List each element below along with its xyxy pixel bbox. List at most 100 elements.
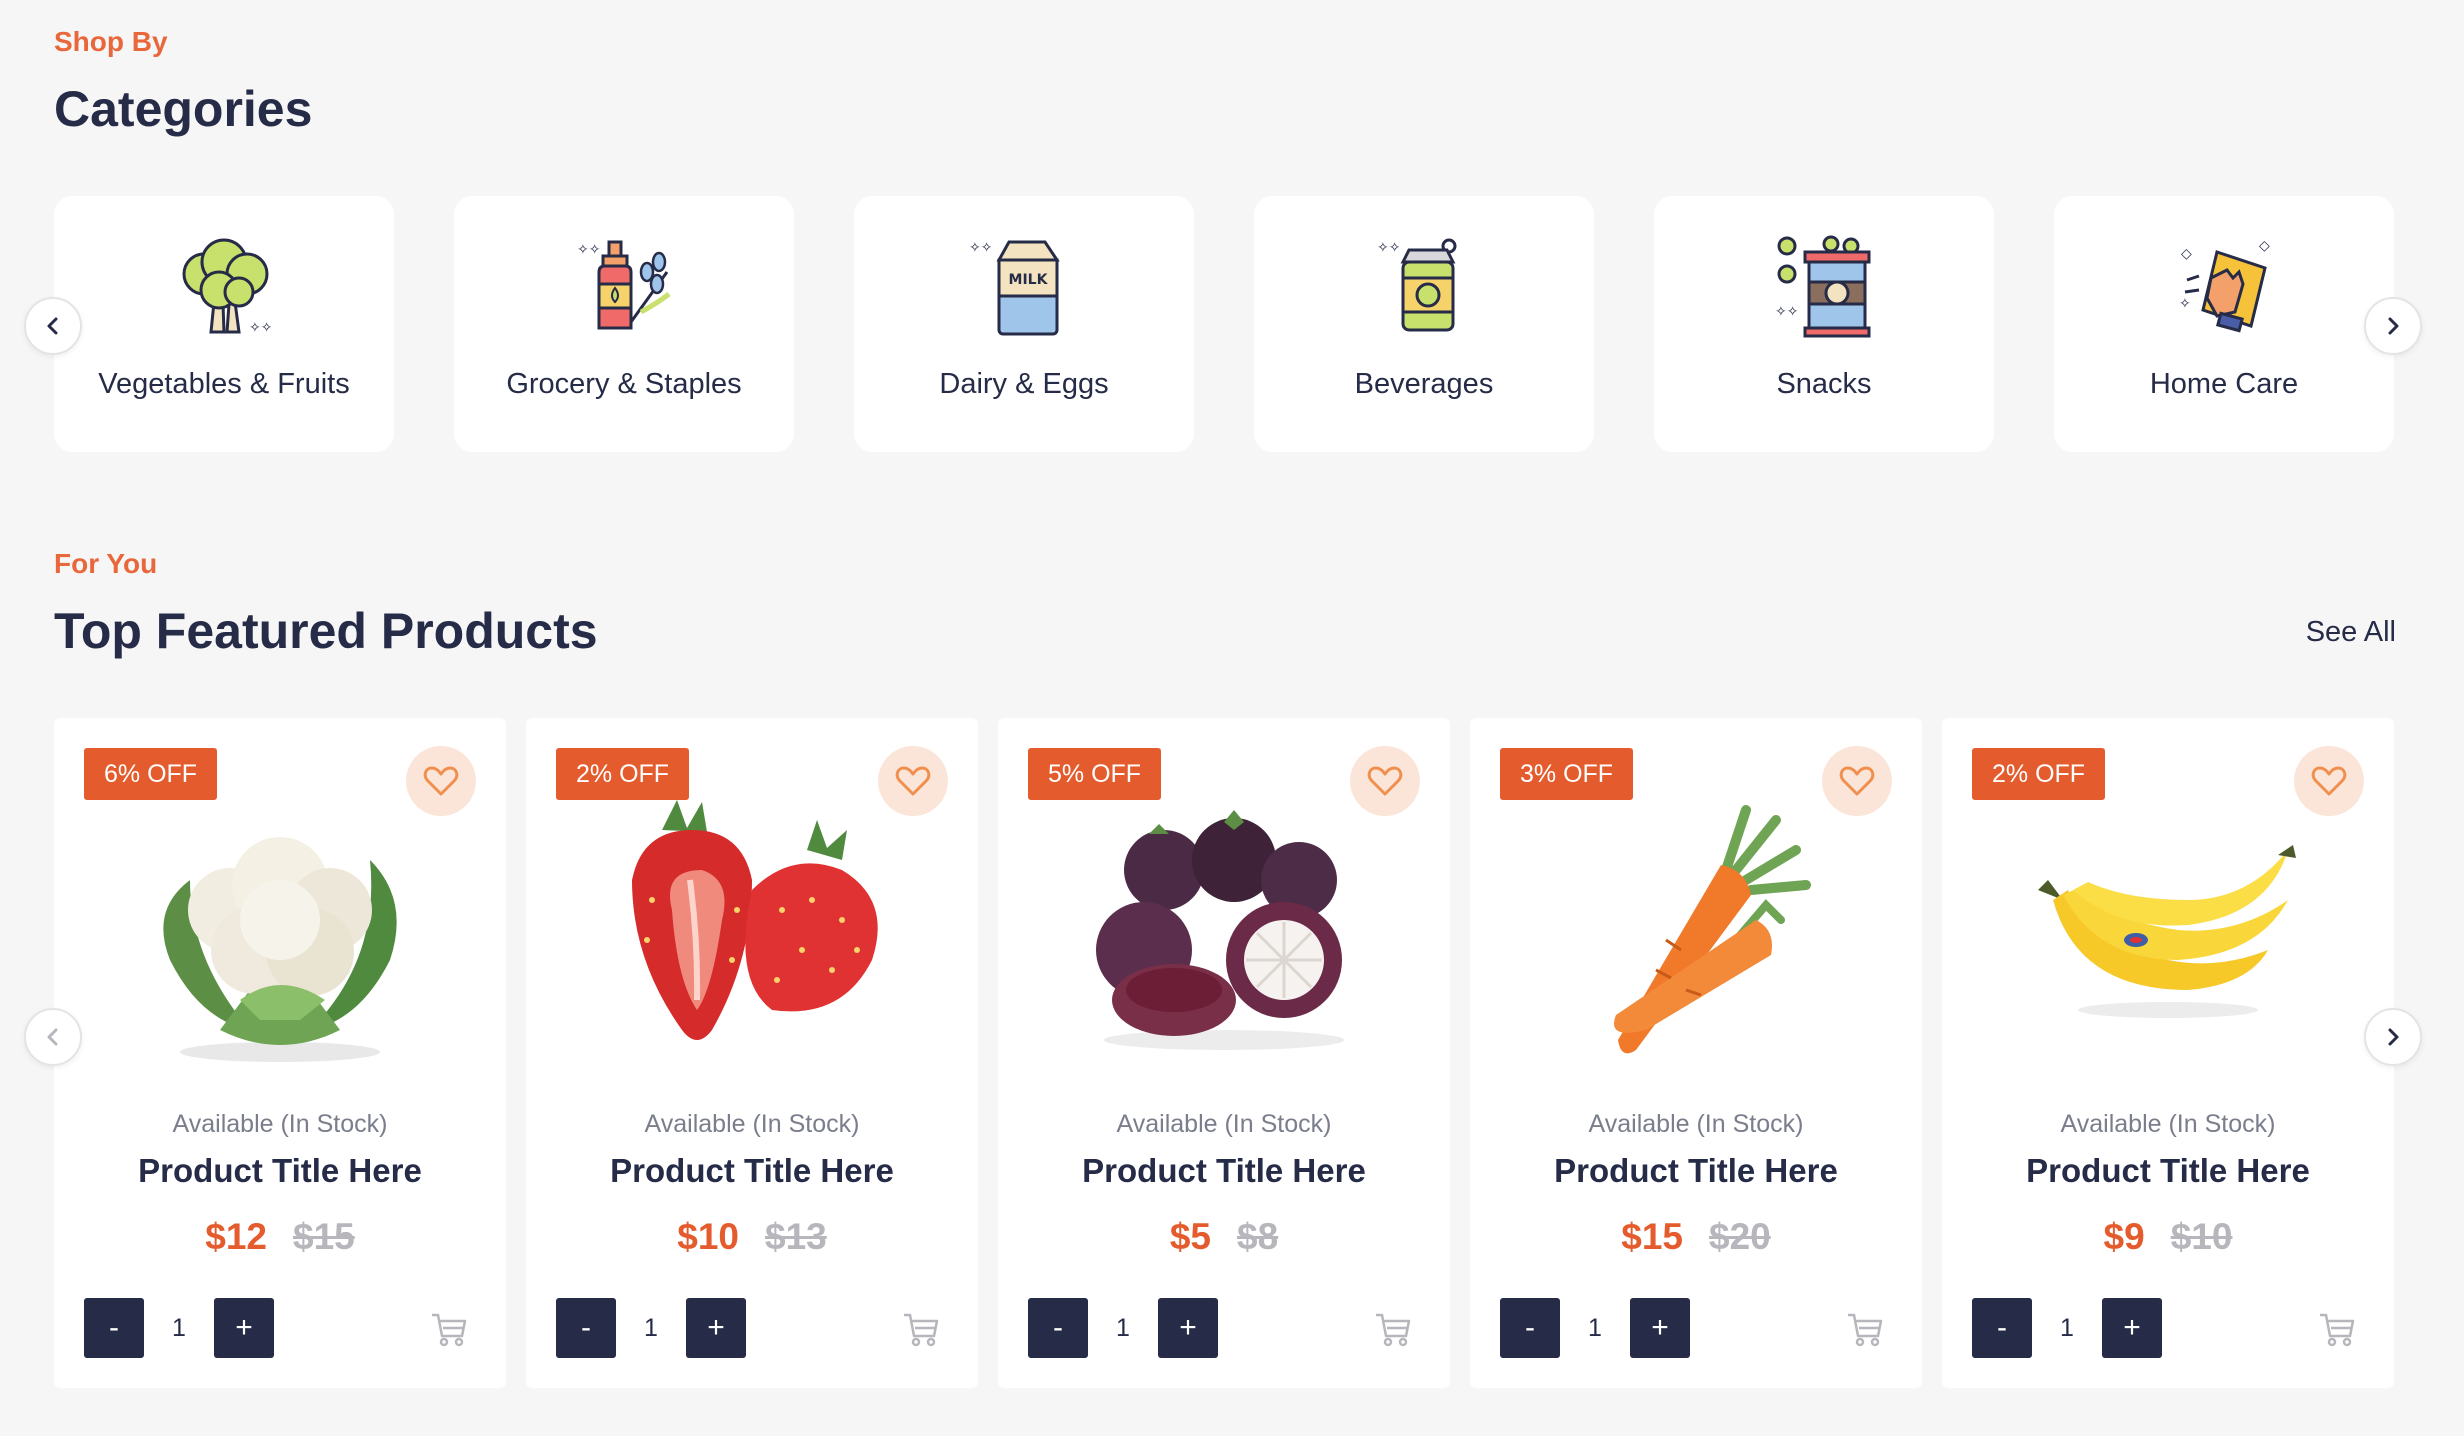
products-prev-button[interactable] xyxy=(24,1008,82,1066)
price-block: $9 $10 xyxy=(1942,1216,2394,1258)
price-block: $12 $15 xyxy=(54,1216,506,1258)
current-price: $12 xyxy=(205,1216,267,1257)
categories-prev-button[interactable] xyxy=(24,297,82,355)
product-title[interactable]: Product Title Here xyxy=(54,1152,506,1190)
increase-qty-button[interactable]: + xyxy=(2102,1298,2162,1358)
product-card: 2% OFF Available (In Stock) Product Titl… xyxy=(526,718,978,1388)
increase-qty-button[interactable]: + xyxy=(686,1298,746,1358)
current-price: $15 xyxy=(1621,1216,1683,1257)
increase-qty-button[interactable]: + xyxy=(1630,1298,1690,1358)
see-all-link[interactable]: See All xyxy=(2306,616,2396,649)
availability-text: Available (In Stock) xyxy=(2060,1110,2276,1138)
categories-next-button[interactable] xyxy=(2364,297,2422,355)
increase-qty-button[interactable]: + xyxy=(214,1298,274,1358)
category-card-vegetables-fruits[interactable]: ✧✧ Vegetables & Fruits xyxy=(54,196,394,452)
product-card: 6% OFF Available (In Stock) Product Titl… xyxy=(54,718,506,1388)
price-block: $15 $20 xyxy=(1470,1216,1922,1258)
availability-text: Available (In Stock) xyxy=(1588,1110,1804,1138)
quantity-value[interactable]: 1 xyxy=(144,1314,214,1343)
svg-text:✧✧: ✧✧ xyxy=(1377,240,1401,256)
product-carousel: 6% OFF Available (In Stock) Product Titl… xyxy=(54,718,2394,1388)
category-label: Vegetables & Fruits xyxy=(98,368,350,400)
category-card-beverages[interactable]: ✧✧ Beverages xyxy=(1254,196,1594,452)
svg-text:✧✧: ✧✧ xyxy=(1775,304,1799,320)
product-card: 3% OFF Available (In Stock) Product Titl… xyxy=(1470,718,1922,1388)
broccoli-icon: ✧✧ xyxy=(182,238,273,336)
svg-text:✧✧: ✧✧ xyxy=(249,320,273,336)
chevron-left-icon xyxy=(47,317,58,335)
availability-text: Available (In Stock) xyxy=(1116,1110,1332,1138)
svg-text:✧✧: ✧✧ xyxy=(969,240,993,256)
original-price: $8 xyxy=(1237,1216,1279,1257)
svg-text:✧✧: ✧✧ xyxy=(577,242,601,258)
category-label: Beverages xyxy=(1354,368,1494,400)
decrease-qty-button[interactable]: - xyxy=(556,1298,616,1358)
category-card-snacks[interactable]: ✧✧ Snacks xyxy=(1654,196,1994,452)
cart-icon[interactable] xyxy=(902,1310,940,1348)
product-title[interactable]: Product Title Here xyxy=(998,1152,1450,1190)
quantity-stepper: - 1 + xyxy=(556,1298,746,1358)
soda-can-icon: ✧✧ xyxy=(1377,238,1457,332)
cauliflower-image xyxy=(163,837,397,1062)
category-card-dairy-eggs[interactable]: MILK ✧✧ Dairy & Eggs xyxy=(854,196,1194,452)
oil-bottle-icon: ✧✧ xyxy=(577,240,671,330)
quantity-value[interactable]: 1 xyxy=(616,1314,686,1343)
strawberries-image xyxy=(632,800,878,1040)
chevron-right-icon xyxy=(2388,1028,2399,1046)
svg-text:✧: ✧ xyxy=(2179,296,2191,312)
availability-text: Available (In Stock) xyxy=(644,1110,860,1138)
current-price: $9 xyxy=(2103,1216,2145,1257)
product-title[interactable]: Product Title Here xyxy=(526,1152,978,1190)
original-price: $20 xyxy=(1709,1216,1771,1257)
category-card-home-care[interactable]: ◇ ◇ ✧ Home Care xyxy=(2054,196,2394,452)
chevron-left-icon xyxy=(47,1028,58,1046)
category-card-grocery-staples[interactable]: ✧✧ Grocery & Staples xyxy=(454,196,794,452)
products-title: Top Featured Products xyxy=(54,603,598,659)
mangosteens-image xyxy=(1096,810,1344,1050)
category-label: Home Care xyxy=(2149,368,2299,400)
current-price: $5 xyxy=(1169,1216,1211,1257)
original-price: $13 xyxy=(765,1216,827,1257)
milk-carton-icon: MILK ✧✧ xyxy=(969,240,1060,336)
product-card: 2% OFF Available (In Stock) Product Titl… xyxy=(1942,718,2394,1388)
chevron-right-icon xyxy=(2388,317,2399,335)
snack-jar-icon: ✧✧ xyxy=(1775,235,1871,338)
cart-icon[interactable] xyxy=(2318,1310,2356,1348)
current-price: $10 xyxy=(677,1216,739,1257)
original-price: $10 xyxy=(2170,1216,2233,1257)
product-title[interactable]: Product Title Here xyxy=(1470,1152,1922,1190)
category-carousel: ✧✧ Vegetables & Fruits ✧✧ Grocery & Stap… xyxy=(54,196,2394,452)
milk-text: MILK xyxy=(1009,272,1049,288)
decrease-qty-button[interactable]: - xyxy=(1500,1298,1560,1358)
quantity-value[interactable]: 1 xyxy=(2032,1314,2102,1343)
quantity-stepper: - 1 + xyxy=(1028,1298,1218,1358)
cart-icon[interactable] xyxy=(1374,1310,1412,1348)
svg-text:◇: ◇ xyxy=(2259,238,2270,254)
quantity-value[interactable]: 1 xyxy=(1088,1314,1158,1343)
carrots-image xyxy=(1614,805,1811,1054)
quantity-stepper: - 1 + xyxy=(84,1298,274,1358)
bananas-image xyxy=(2038,845,2296,1018)
increase-qty-button[interactable]: + xyxy=(1158,1298,1218,1358)
cleaning-sponge-icon: ◇ ◇ ✧ xyxy=(2179,238,2270,333)
decrease-qty-button[interactable]: - xyxy=(1972,1298,2032,1358)
availability-text: Available (In Stock) xyxy=(172,1110,388,1138)
product-card: 5% OFF Available (In Stock) Product Titl… xyxy=(998,718,1450,1388)
decrease-qty-button[interactable]: - xyxy=(1028,1298,1088,1358)
category-label: Dairy & Eggs xyxy=(939,368,1109,400)
product-title[interactable]: Product Title Here xyxy=(1942,1152,2394,1190)
quantity-stepper: - 1 + xyxy=(1500,1298,1690,1358)
quantity-value[interactable]: 1 xyxy=(1560,1314,1630,1343)
original-price: $15 xyxy=(293,1216,355,1257)
categories-title: Categories xyxy=(54,81,313,137)
price-block: $10 $13 xyxy=(526,1216,978,1258)
svg-text:◇: ◇ xyxy=(2181,246,2192,262)
category-label: Grocery & Staples xyxy=(506,368,742,400)
categories-eyebrow: Shop By xyxy=(54,26,168,57)
cart-icon[interactable] xyxy=(1846,1310,1884,1348)
products-next-button[interactable] xyxy=(2364,1008,2422,1066)
quantity-stepper: - 1 + xyxy=(1972,1298,2162,1358)
category-label: Snacks xyxy=(1776,368,1872,400)
cart-icon[interactable] xyxy=(430,1310,468,1348)
decrease-qty-button[interactable]: - xyxy=(84,1298,144,1358)
